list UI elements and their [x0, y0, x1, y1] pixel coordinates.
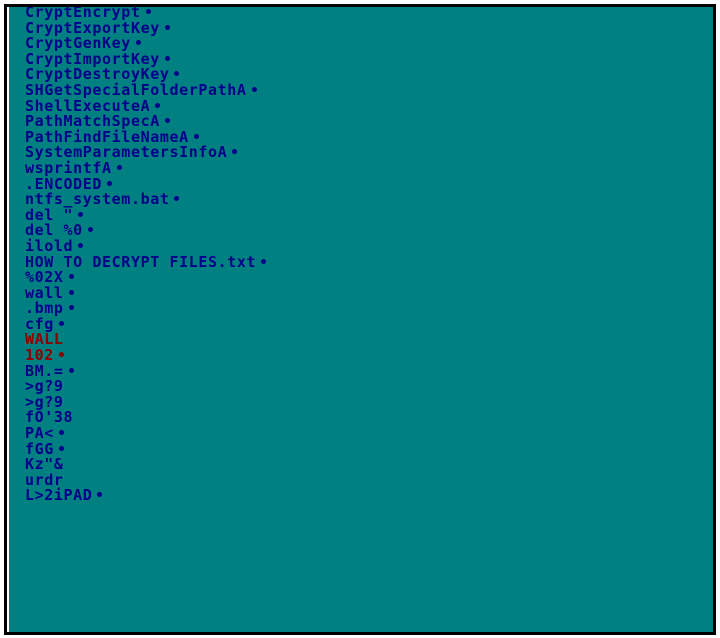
- null-terminator-dot-icon: [87, 227, 93, 233]
- null-terminator-dot-icon: [193, 133, 199, 139]
- screenshot-frame: CryptEncrypt CryptExportKey CryptGenKey Cry…: [4, 4, 716, 635]
- null-terminator-dot-icon: [78, 242, 84, 248]
- null-terminator-dot-icon: [68, 274, 74, 280]
- null-terminator-dot-icon: [261, 258, 267, 264]
- null-terminator-dot-icon: [78, 211, 84, 217]
- null-terminator-dot-icon: [174, 196, 180, 202]
- null-terminator-dot-icon: [164, 118, 170, 124]
- null-terminator-dot-icon: [107, 180, 113, 186]
- null-terminator-dot-icon: [174, 71, 180, 77]
- null-terminator-dot-icon: [68, 367, 74, 373]
- null-terminator-dot-icon: [58, 352, 64, 358]
- null-terminator-dot-icon: [68, 289, 74, 295]
- null-terminator-dot-icon: [58, 445, 64, 451]
- null-terminator-dot-icon: [116, 164, 122, 170]
- string-line: PA<: [25, 425, 266, 442]
- null-terminator-dot-icon: [68, 305, 74, 311]
- null-terminator-dot-icon: [232, 149, 238, 155]
- null-terminator-dot-icon: [145, 9, 151, 14]
- null-terminator-dot-icon: [135, 40, 141, 46]
- null-terminator-dot-icon: [164, 55, 170, 61]
- null-terminator-dot-icon: [164, 24, 170, 30]
- string-line: L>2iPAD: [25, 488, 266, 504]
- null-terminator-dot-icon: [58, 430, 64, 436]
- null-terminator-dot-icon: [155, 102, 161, 108]
- null-terminator-dot-icon: [97, 492, 103, 498]
- string-line: fO'38: [25, 410, 266, 426]
- string-line: WALL: [25, 332, 266, 348]
- strings-list: CryptEncrypt CryptExportKey CryptGenKey Cry…: [25, 7, 267, 504]
- string-text: L>2iPAD: [25, 486, 93, 505]
- null-terminator-dot-icon: [58, 320, 64, 326]
- strings-listing-pane: CryptEncrypt CryptExportKey CryptGenKey Cry…: [9, 7, 713, 632]
- string-line: .bmp: [25, 300, 266, 317]
- null-terminator-dot-icon: [251, 86, 257, 92]
